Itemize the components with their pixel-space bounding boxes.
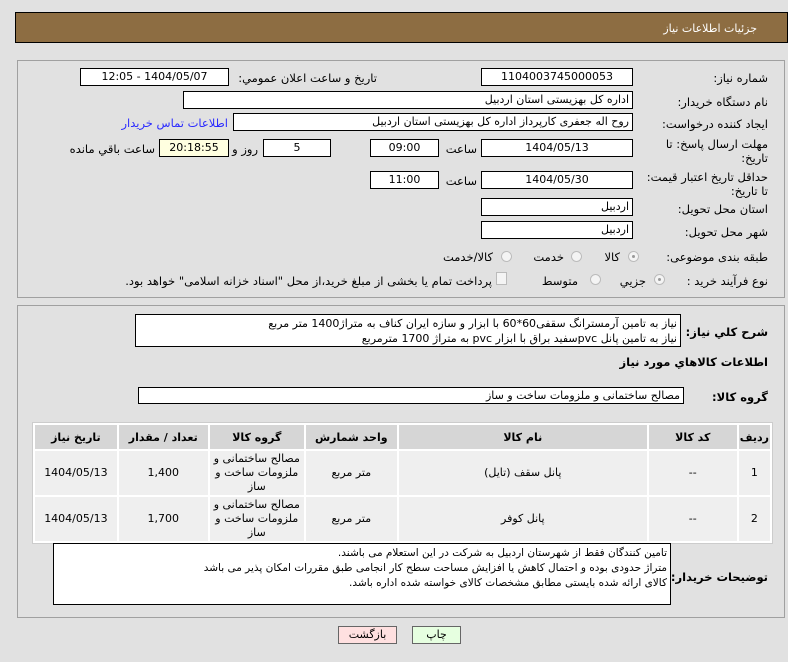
cell-row: 2 [738, 497, 770, 541]
validity-time-field: 11:00 [370, 171, 439, 189]
table-row: 2 -- پانل کوفر متر مربع مصالح ساختمانی و… [35, 497, 770, 541]
col-code: کد کالا [648, 425, 737, 449]
deadline-time-label: ساعت [445, 142, 477, 156]
category-radio-goods-service[interactable] [501, 251, 512, 262]
process-radio-medium[interactable] [590, 274, 601, 285]
days-field: 5 [263, 139, 331, 157]
table-row: 1 -- پانل سقف (تایل) متر مربع مصالح ساخت… [35, 451, 770, 495]
category-label: طبقه بندی موضوعی: [666, 250, 768, 264]
cell-qty: 1,400 [118, 451, 208, 495]
cell-qty: 1,700 [118, 497, 208, 541]
buyer-notes-label: توضیحات خریدار: [670, 570, 768, 584]
need-number-field: 1104003745000053 [481, 68, 633, 86]
remaining-label: ساعت باقي مانده [69, 142, 155, 156]
category-goods-service-label: کالا/خدمت [442, 250, 493, 264]
col-qty: تعداد / مقدار [118, 425, 208, 449]
col-unit: واحد شمارش [305, 425, 397, 449]
goods-group-label: گروه کالا: [712, 390, 768, 404]
cell-unit: متر مربع [305, 451, 397, 495]
process-small-label: جزیي [619, 274, 646, 288]
goods-group-field: مصالح ساختمانی و ملزومات ساخت و ساز [138, 387, 684, 404]
validity-label: حداقل تاریخ اعتبار قیمت: تا تاریخ: [646, 170, 768, 198]
creator-label: ایجاد کننده درخواست: [662, 117, 768, 131]
cell-date: 1404/05/13 [35, 451, 117, 495]
col-row: ردیف [738, 425, 770, 449]
contact-buyer-link[interactable]: اطلاعات تماس خریدار [121, 116, 228, 130]
page-title: جزئيات اطلاعات نياز [663, 22, 757, 35]
announce-field: 1404/05/07 - 12:05 [80, 68, 229, 86]
buyer-field: اداره کل بهزیستی استان اردبیل [183, 91, 633, 109]
deadline-label: مهلت ارسال پاسخ: تا تاریخ: [665, 137, 768, 165]
treasury-payment-checkbox[interactable] [496, 272, 507, 285]
process-radio-small[interactable] [654, 274, 665, 285]
print-button[interactable]: چاپ [412, 626, 461, 644]
description-textarea[interactable]: نیاز به تامین آرمسترانگ سقفی60*60 با ابز… [135, 314, 681, 347]
category-radio-service[interactable] [571, 251, 582, 262]
remaining-time-field: 20:18:55 [159, 139, 229, 157]
validity-time-label: ساعت [445, 174, 477, 188]
notes-line: کالای ارائه شده بایستی مطابق مشخصات کالا… [349, 577, 667, 589]
process-medium-label: متوسط [541, 274, 578, 288]
buyer-notes-textarea[interactable]: تامین کنندگان فقط از شهرستان اردبیل به ش… [53, 543, 671, 605]
col-group: گروه کالا [209, 425, 304, 449]
process-label: نوع فرآیند خرید : [686, 274, 768, 288]
cell-name: پانل سقف (تایل) [398, 451, 647, 495]
announce-label: تاریخ و ساعت اعلان عمومي: [238, 71, 377, 85]
goods-table: ردیف کد کالا نام کالا واحد شمارش گروه کا… [32, 422, 773, 544]
validity-date-field: 1404/05/30 [481, 171, 633, 189]
province-label: استان محل تحویل: [677, 202, 768, 216]
city-field: اردبیل [481, 221, 633, 239]
buyer-label: نام دستگاه خریدار: [677, 95, 768, 109]
deadline-time-field: 09:00 [370, 139, 439, 157]
category-goods-label: کالا [604, 250, 620, 264]
description-label: شرح كلي نياز: [685, 325, 768, 339]
city-label: شهر محل تحویل: [684, 225, 768, 239]
category-service-label: خدمت [533, 250, 564, 264]
cell-unit: متر مربع [305, 497, 397, 541]
notes-line: متراژ حدودی بوده و احتمال کاهش یا افزایش… [203, 562, 667, 574]
creator-field: روح اله جعفری کارپرداز اداره کل بهزیستی … [233, 113, 633, 131]
cell-code: -- [648, 451, 737, 495]
cell-code: -- [648, 497, 737, 541]
goods-section-title: اطلاعات كالاهاي مورد نياز [619, 355, 768, 369]
cell-group: مصالح ساختمانی و ملزومات ساخت و ساز [209, 497, 304, 541]
col-date: تاریخ نیاز [35, 425, 117, 449]
description-line: نیاز به تامین آرمسترانگ سقفی60*60 با ابز… [268, 317, 677, 330]
notes-line: تامین کنندگان فقط از شهرستان اردبیل به ش… [337, 547, 667, 559]
cell-date: 1404/05/13 [35, 497, 117, 541]
page-header: جزئيات اطلاعات نياز [15, 12, 788, 43]
description-line: نیاز به تامین پانل pvcسفید براق با ابزار… [361, 332, 677, 345]
cell-row: 1 [738, 451, 770, 495]
cell-name: پانل کوفر [398, 497, 647, 541]
deadline-date-field: 1404/05/13 [481, 139, 633, 157]
category-radio-goods[interactable] [628, 251, 639, 262]
need-number-label: شماره نیاز: [713, 71, 768, 85]
days-label: روز و [232, 142, 258, 156]
back-button[interactable]: بازگشت [338, 626, 397, 644]
payment-note: پرداخت تمام یا بخشی از مبلغ خرید،از محل … [125, 274, 492, 288]
col-name: نام کالا [398, 425, 647, 449]
cell-group: مصالح ساختمانی و ملزومات ساخت و ساز [209, 451, 304, 495]
province-field: اردبیل [481, 198, 633, 216]
